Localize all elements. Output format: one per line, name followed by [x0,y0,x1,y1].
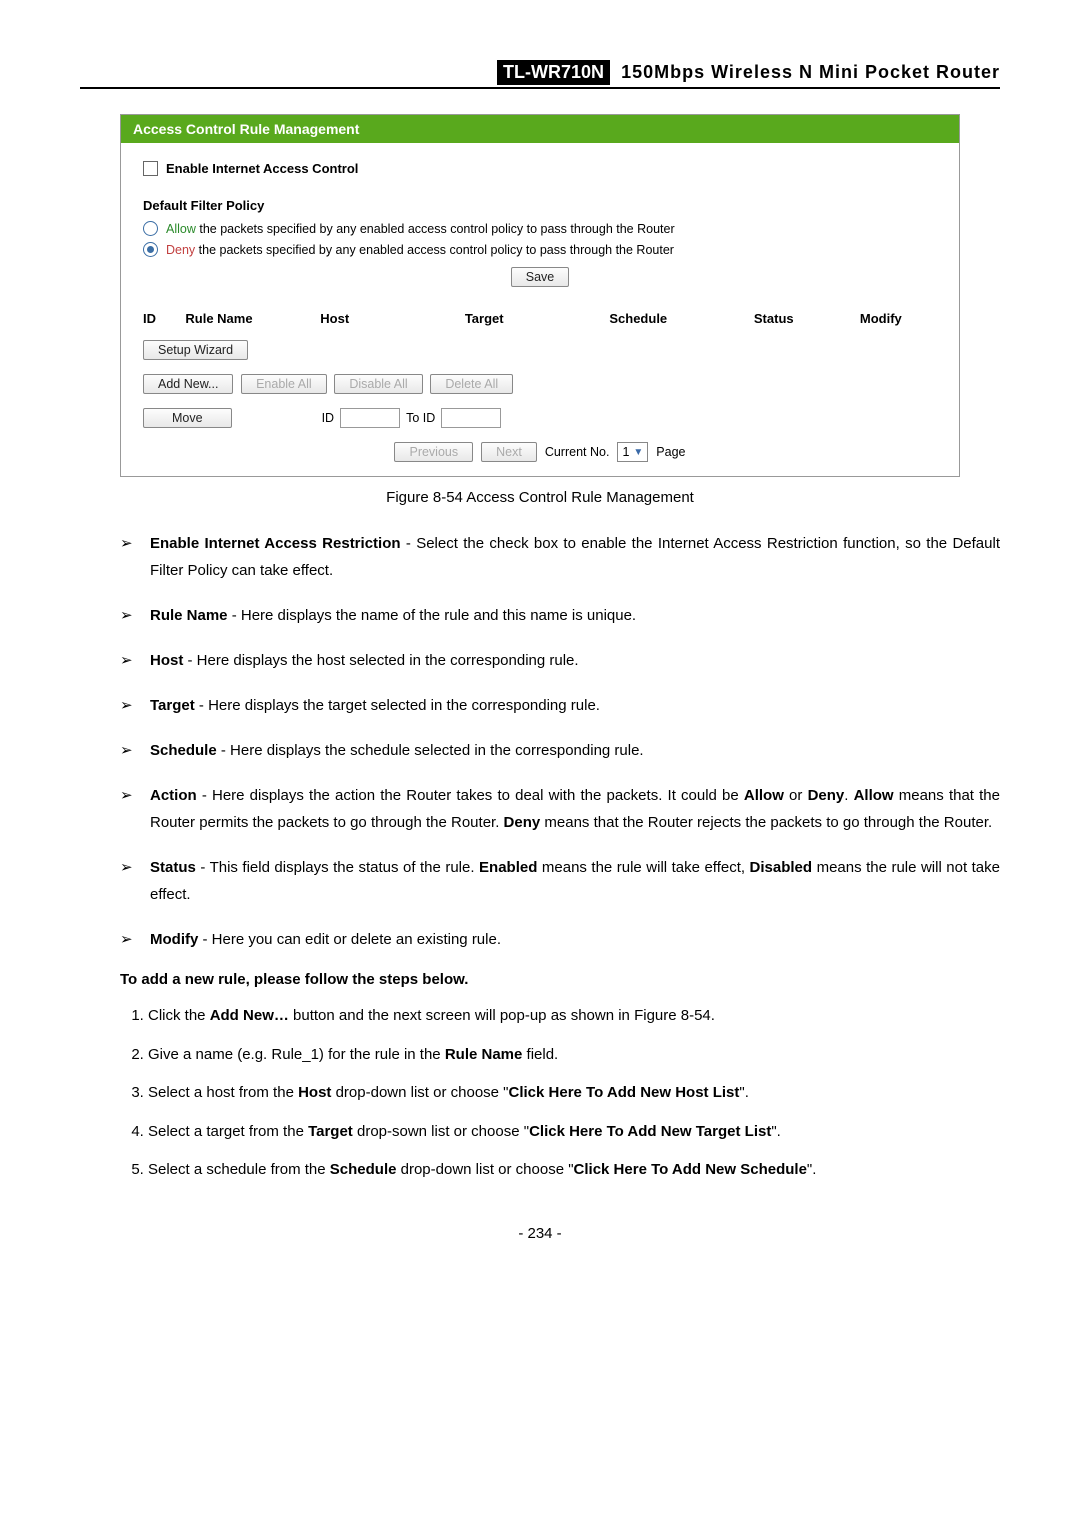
id-label: ID [322,411,335,425]
radio-icon-checked[interactable] [143,242,158,257]
list-item: Schedule - Here displays the schedule se… [120,737,1000,764]
bullet-list: Enable Internet Access Restriction - Sel… [120,530,1000,953]
th-status: Status [754,311,860,326]
th-schedule: Schedule [609,311,754,326]
allow-rest: the packets specified by any enabled acc… [196,222,675,236]
page-number: - 234 - [80,1225,1000,1242]
list-item: Action - Here displays the action the Ro… [120,782,1000,836]
id-input[interactable] [340,408,400,428]
previous-button[interactable]: Previous [394,442,473,462]
table-header: ID Rule Name Host Target Schedule Status… [143,305,937,332]
th-modify: Modify [860,311,937,326]
router-screenshot: Access Control Rule Management Enable In… [120,114,960,477]
th-target: Target [465,311,610,326]
figure-caption: Figure 8-54 Access Control Rule Manageme… [80,489,1000,506]
radio-deny[interactable]: Deny the packets specified by any enable… [143,242,937,257]
enable-checkbox-label: Enable Internet Access Control [166,161,358,176]
to-id-input[interactable] [441,408,501,428]
th-rule: Rule Name [185,311,320,326]
list-item: Rule Name - Here displays the name of th… [120,602,1000,629]
th-id: ID [143,311,185,326]
th-host: Host [320,311,465,326]
list-item: Host - Here displays the host selected i… [120,647,1000,674]
radio-allow[interactable]: Allow the packets specified by any enabl… [143,221,937,236]
enable-all-button[interactable]: Enable All [241,374,327,394]
add-new-button[interactable]: Add New... [143,374,233,394]
model-number: TL-WR710N [497,60,610,85]
page-word: Page [656,445,685,459]
ordered-steps: Click the Add New… button and the next s… [120,1002,1000,1185]
allow-word: Allow [166,222,196,236]
list-item: Target - Here displays the target select… [120,692,1000,719]
setup-wizard-button[interactable]: Setup Wizard [143,340,248,360]
deny-rest: the packets specified by any enabled acc… [195,243,674,257]
save-button[interactable]: Save [511,267,570,287]
model-desc: 150Mbps Wireless N Mini Pocket Router [621,62,1000,82]
step-item: Select a schedule from the Schedule drop… [148,1156,1000,1185]
default-filter-title: Default Filter Policy [143,198,937,213]
disable-all-button[interactable]: Disable All [334,374,422,394]
next-button[interactable]: Next [481,442,537,462]
deny-word: Deny [166,243,195,257]
list-item: Enable Internet Access Restriction - Sel… [120,530,1000,584]
chevron-down-icon: ▼ [633,447,643,458]
step-item: Select a target from the Target drop-sow… [148,1118,1000,1147]
checkbox-icon[interactable] [143,161,158,176]
to-id-label: To ID [406,411,435,425]
enable-checkbox-row[interactable]: Enable Internet Access Control [143,161,937,176]
doc-header: TL-WR710N 150Mbps Wireless N Mini Pocket… [80,60,1000,89]
delete-all-button[interactable]: Delete All [430,374,513,394]
current-no-label: Current No. [545,445,610,459]
screenshot-title: Access Control Rule Management [121,115,959,143]
move-button[interactable]: Move [143,408,232,428]
step-item: Give a name (e.g. Rule_1) for the rule i… [148,1041,1000,1070]
steps-title: To add a new rule, please follow the ste… [120,971,1000,988]
step-item: Select a host from the Host drop-down li… [148,1079,1000,1108]
radio-icon-unchecked[interactable] [143,221,158,236]
list-item: Modify - Here you can edit or delete an … [120,926,1000,953]
page-select[interactable]: 1 ▼ [617,442,648,462]
list-item: Status - This field displays the status … [120,854,1000,908]
step-item: Click the Add New… button and the next s… [148,1002,1000,1031]
